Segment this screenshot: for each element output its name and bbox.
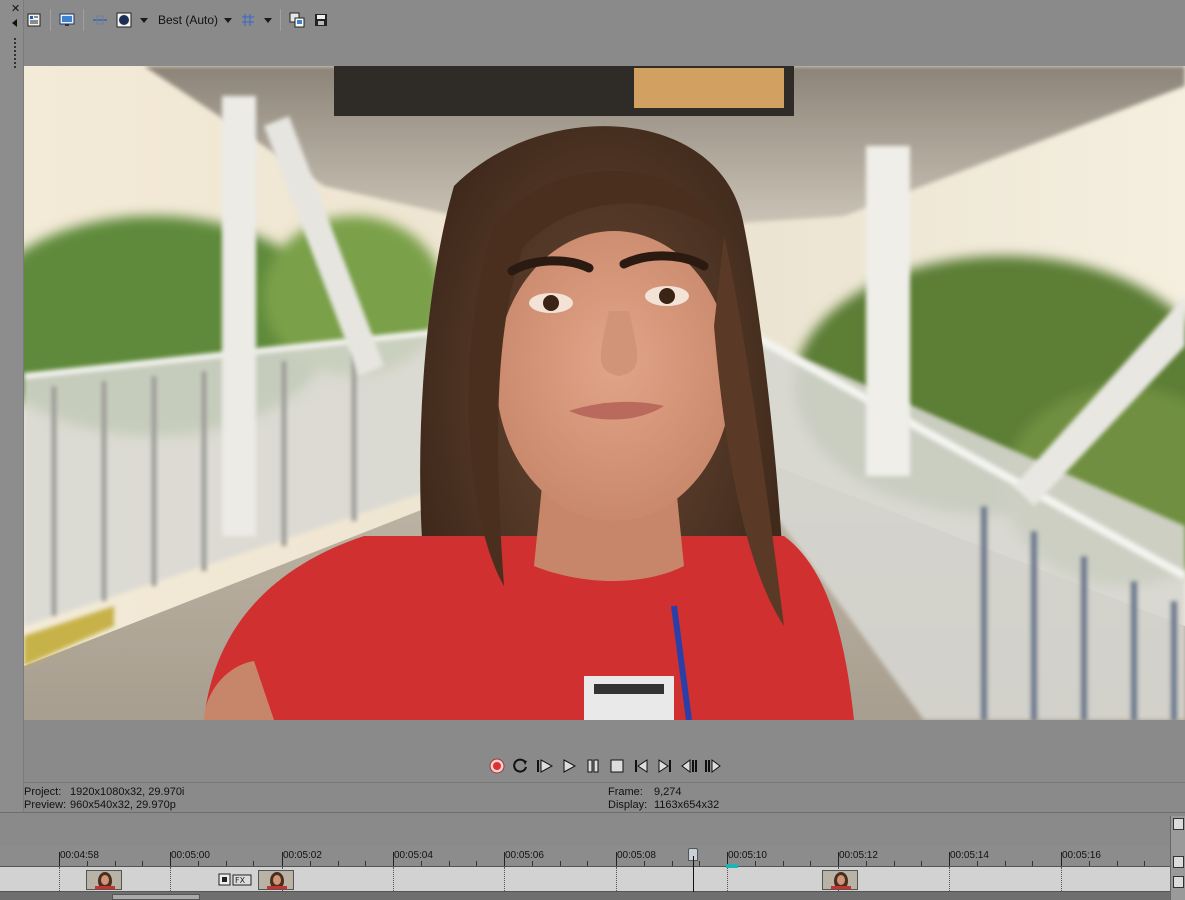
track-gridline [949,867,950,893]
overlay-dropdown-icon[interactable] [140,17,148,23]
track-gridline [727,867,728,893]
ruler-timecode: 00:05:02 [283,850,322,861]
transport-controls [486,754,726,778]
project-info: Project: 1920x1080x32, 29.970i [24,786,184,798]
track-gridline [1061,867,1062,893]
dock-grip-handle[interactable] [14,38,17,68]
frame-info: Frame: 9,274 [608,786,682,798]
display-info: Display: 1163x654x32 [608,799,719,811]
previous-frame-icon[interactable] [630,755,652,777]
play-from-start-icon[interactable] [534,755,556,777]
video-preview-frame [24,66,1185,720]
grid-icon[interactable] [238,10,258,30]
track-list-icon[interactable] [1173,856,1184,868]
timeline-marker[interactable] [726,864,738,868]
ruler-timecode: 00:05:08 [617,850,656,861]
project-value: 1920x1080x32, 29.970i [70,786,185,798]
scroll-down-icon[interactable] [1173,876,1184,888]
expand-icon[interactable] [1173,818,1184,830]
preview-label: Preview: [24,799,67,811]
video-editor-window: ✕ Best (Auto) Project: 1920x1080x32, 29.… [0,0,1185,900]
dock-strip: ✕ [0,0,24,812]
svg-text:FX: FX [235,876,246,885]
video-frame-image [24,66,1185,720]
clip-thumbnail[interactable] [258,870,294,890]
display-label: Display: [608,799,648,811]
track-gridline [616,867,617,893]
collapse-arrow-icon[interactable] [12,19,17,27]
step-forward-icon[interactable] [702,755,724,777]
toolbar-separator [280,9,282,31]
track-gridline [393,867,394,893]
track-side-scrollbar[interactable] [1170,816,1185,900]
ruler-timecode: 00:05:06 [505,850,544,861]
clip-thumbnail[interactable] [86,870,122,890]
frame-value: 9,274 [654,786,682,798]
copy-snapshot-icon[interactable] [287,10,307,30]
frame-label: Frame: [608,786,643,798]
grid-dropdown-icon[interactable] [264,17,273,23]
preview-value: 960x540x32, 29.970p [70,799,176,811]
ruler-timecode: 00:05:12 [839,850,878,861]
project-label: Project: [24,786,62,798]
ruler-timecode: 00:05:16 [1062,850,1101,861]
preview-properties-icon[interactable] [24,10,44,30]
clip-thumbnail[interactable] [822,870,858,890]
external-monitor-icon[interactable] [57,10,77,30]
split-screen-icon[interactable] [90,10,110,30]
track-gridline [59,867,60,893]
ruler-timecode: 00:05:04 [394,850,433,861]
track-gridline [504,867,505,893]
pause-icon[interactable] [582,755,604,777]
timeline-scroll-thumb[interactable] [112,894,200,900]
play-icon[interactable] [558,755,580,777]
toolbar-separator [83,9,84,31]
overlay-icon[interactable] [114,10,134,30]
video-track[interactable]: FX [0,866,1170,893]
stop-icon[interactable] [606,755,628,777]
toolbar-separator [50,9,51,31]
record-icon[interactable] [486,755,508,777]
display-value: 1163x654x32 [654,799,720,811]
step-back-icon[interactable] [678,755,700,777]
track-gridline [170,867,171,893]
ruler-timecode: 00:05:00 [171,850,210,861]
playhead-cursor[interactable] [693,856,694,892]
loop-icon[interactable] [510,755,532,777]
close-icon[interactable]: ✕ [11,4,20,15]
timeline-ruler[interactable]: 00:04:58 00:05:00 00:05:02 00:05:04 00:05:06… [0,846,1170,866]
ruler-timecode: 00:05:14 [950,850,989,861]
ruler-timecode: 00:05:10 [728,850,767,861]
preview-info-bar: Project: 1920x1080x32, 29.970i Preview: 96… [24,782,1185,812]
timeline-header [0,812,1185,846]
ruler-timecode: 00:04:58 [60,850,99,861]
save-snapshot-icon[interactable] [311,10,331,30]
preview-toolbar: Best (Auto) [24,6,335,34]
event-fx-icon[interactable]: FX [218,873,254,887]
preview-info: Preview: 960x540x32, 29.970p [24,799,176,811]
next-frame-icon[interactable] [654,755,676,777]
quality-dropdown-icon[interactable] [224,17,233,23]
preview-quality-select[interactable]: Best (Auto) [158,13,218,27]
